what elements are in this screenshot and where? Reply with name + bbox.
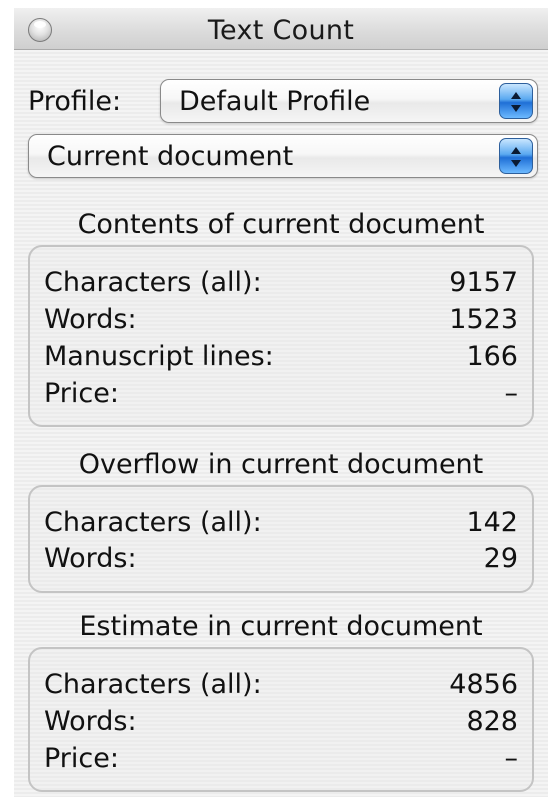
overflow-heading: Overflow in current document	[78, 449, 484, 480]
row-label: Price:	[44, 378, 119, 409]
row-value: 142	[466, 507, 518, 538]
estimate-row-characters: Characters (all): 4856	[44, 669, 518, 705]
row-label: Characters (all):	[44, 507, 262, 538]
up-down-arrows-icon	[499, 138, 533, 174]
row-label: Price:	[44, 743, 119, 774]
estimate-heading: Estimate in current document	[79, 611, 483, 642]
row-label: Manuscript lines:	[44, 341, 274, 372]
overflow-group: Characters (all): 142 Words: 29	[28, 485, 534, 593]
up-down-arrows-icon	[499, 83, 533, 119]
contents-row-manuscript-lines: Manuscript lines: 166	[44, 341, 518, 377]
overflow-row-characters: Characters (all): 142	[44, 507, 518, 543]
row-label: Words:	[44, 543, 137, 574]
row-label: Characters (all):	[44, 669, 262, 700]
row-value: 1523	[449, 304, 518, 335]
row-label: Words:	[44, 304, 137, 335]
profile-popup[interactable]: Default Profile	[160, 79, 538, 123]
text-count-window: Text Count Profile: Default Profile Curr…	[14, 8, 548, 797]
contents-heading: Contents of current document	[77, 209, 485, 240]
contents-row-words: Words: 1523	[44, 304, 518, 340]
row-value: 29	[483, 543, 518, 574]
profile-label: Profile:	[28, 86, 122, 117]
title-bar[interactable]: Text Count	[14, 8, 548, 50]
estimate-row-words: Words: 828	[44, 706, 518, 742]
row-value: –	[504, 743, 519, 774]
scope-popup[interactable]: Current document	[28, 134, 538, 178]
row-label: Words:	[44, 706, 137, 737]
overflow-row-words: Words: 29	[44, 543, 518, 579]
row-value: 4856	[449, 669, 518, 700]
estimate-group: Characters (all): 4856 Words: 828 Price:…	[28, 647, 534, 792]
contents-group: Characters (all): 9157 Words: 1523 Manus…	[28, 245, 534, 427]
scope-popup-value: Current document	[47, 141, 294, 172]
window-title: Text Count	[207, 15, 355, 46]
row-value: 9157	[449, 267, 518, 298]
row-value: 166	[466, 341, 518, 372]
row-value: 828	[466, 706, 518, 737]
profile-popup-value: Default Profile	[179, 86, 371, 117]
contents-row-characters: Characters (all): 9157	[44, 267, 518, 303]
row-value: –	[504, 378, 519, 409]
contents-row-price: Price: –	[44, 378, 518, 414]
estimate-row-price: Price: –	[44, 743, 518, 779]
row-label: Characters (all):	[44, 267, 262, 298]
